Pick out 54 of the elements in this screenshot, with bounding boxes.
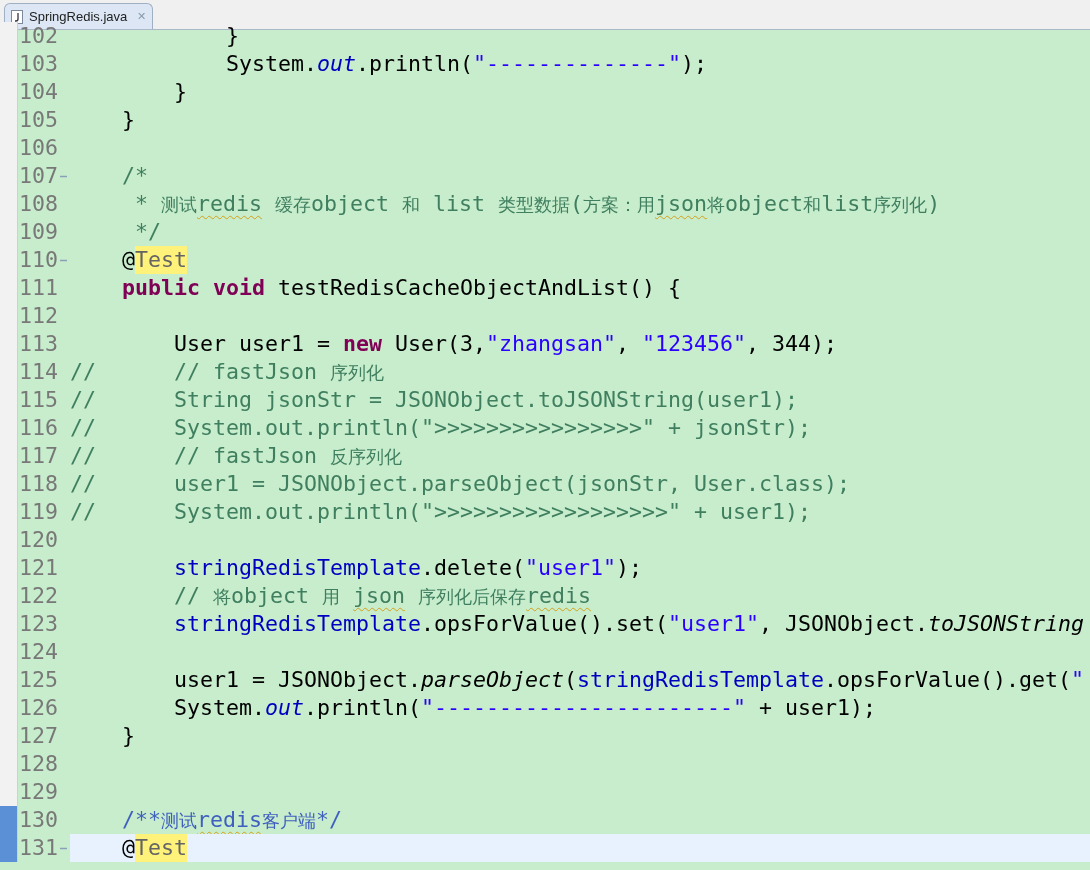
line-number: 113 <box>19 330 58 358</box>
code-line: System.out.println("--------------"); <box>225 50 709 78</box>
code-line: * 测试redis 缓存object 和 list 类型数据(方案：用 json将object和list序列化) <box>134 190 942 218</box>
code-line: System.out.println("-----------------------" + user1); <box>173 694 878 722</box>
line-number: 129 <box>19 778 58 806</box>
line-number: 106 <box>19 134 58 162</box>
line-number: 128 <box>19 750 58 778</box>
code-line: // // fastJson 反序列化 <box>70 442 403 470</box>
line-number: 107 <box>19 162 58 190</box>
code-line: // 将object 用 json 序列化后保存redis <box>173 582 593 610</box>
line-number: 120 <box>19 526 58 554</box>
line-number: 116 <box>19 414 58 442</box>
code-line: // System.out.println(">>>>>>>>>>>>>>>>" + jsonStr); <box>70 414 813 442</box>
code-line: User user1 = new User(3,"zhangsan", "123456", 344); <box>173 330 839 358</box>
code-line: */ <box>134 218 162 246</box>
line-number: 119 <box>19 498 58 526</box>
line-number: 131 <box>19 834 58 862</box>
line-number: 125 <box>19 666 58 694</box>
line-number: 110 <box>19 246 58 274</box>
line-number: 104 <box>19 78 58 106</box>
line-number: 118 <box>19 470 58 498</box>
code-line: // String jsonStr = JSONObject.toJSONString(user1); <box>70 386 800 414</box>
line-number: 130 <box>19 806 58 834</box>
line-number: 112 <box>19 302 58 330</box>
line-number: 121 <box>19 554 58 582</box>
code-line: } <box>173 78 188 106</box>
line-number: 122 <box>19 582 58 610</box>
line-number: 126 <box>19 694 58 722</box>
code-line: /* <box>121 162 149 190</box>
code-line: stringRedisTemplate.opsForValue().set("user1", JSONObject.toJSONString <box>173 610 1086 638</box>
code-line: // user1 = JSONObject.parseObject(jsonStr, User.class); <box>70 470 852 498</box>
code-line: @Test <box>121 246 189 274</box>
line-number: 124 <box>19 638 58 666</box>
code-line: } <box>121 722 136 750</box>
java-file-icon <box>11 9 23 24</box>
code-line: // // fastJson 序列化 <box>70 358 385 386</box>
code-line: // System.out.println(">>>>>>>>>>>>>>>>>>" + user1); <box>70 498 813 526</box>
code-line: stringRedisTemplate.delete("user1"); <box>173 554 644 582</box>
line-number: 114 <box>19 358 58 386</box>
tab-title: SpringRedis.java <box>29 7 128 26</box>
code-line: user1 = JSONObject.parseObject(stringRedisTemplate.opsForValue().get(" <box>173 666 1086 694</box>
line-number: 109 <box>19 218 58 246</box>
line-number: 115 <box>19 386 58 414</box>
line-number: 127 <box>19 722 58 750</box>
code-line: public void testRedisCacheObjectAndList() { <box>121 274 683 302</box>
code-line: /**测试redis客户端*/ <box>121 806 344 834</box>
line-number: 111 <box>19 274 58 302</box>
line-number: 105 <box>19 106 58 134</box>
line-number: 103 <box>19 50 58 78</box>
line-number: 117 <box>19 442 58 470</box>
line-number: 123 <box>19 610 58 638</box>
code-line: } <box>121 106 136 134</box>
code-line: } <box>225 22 240 50</box>
line-number: 108 <box>19 190 58 218</box>
